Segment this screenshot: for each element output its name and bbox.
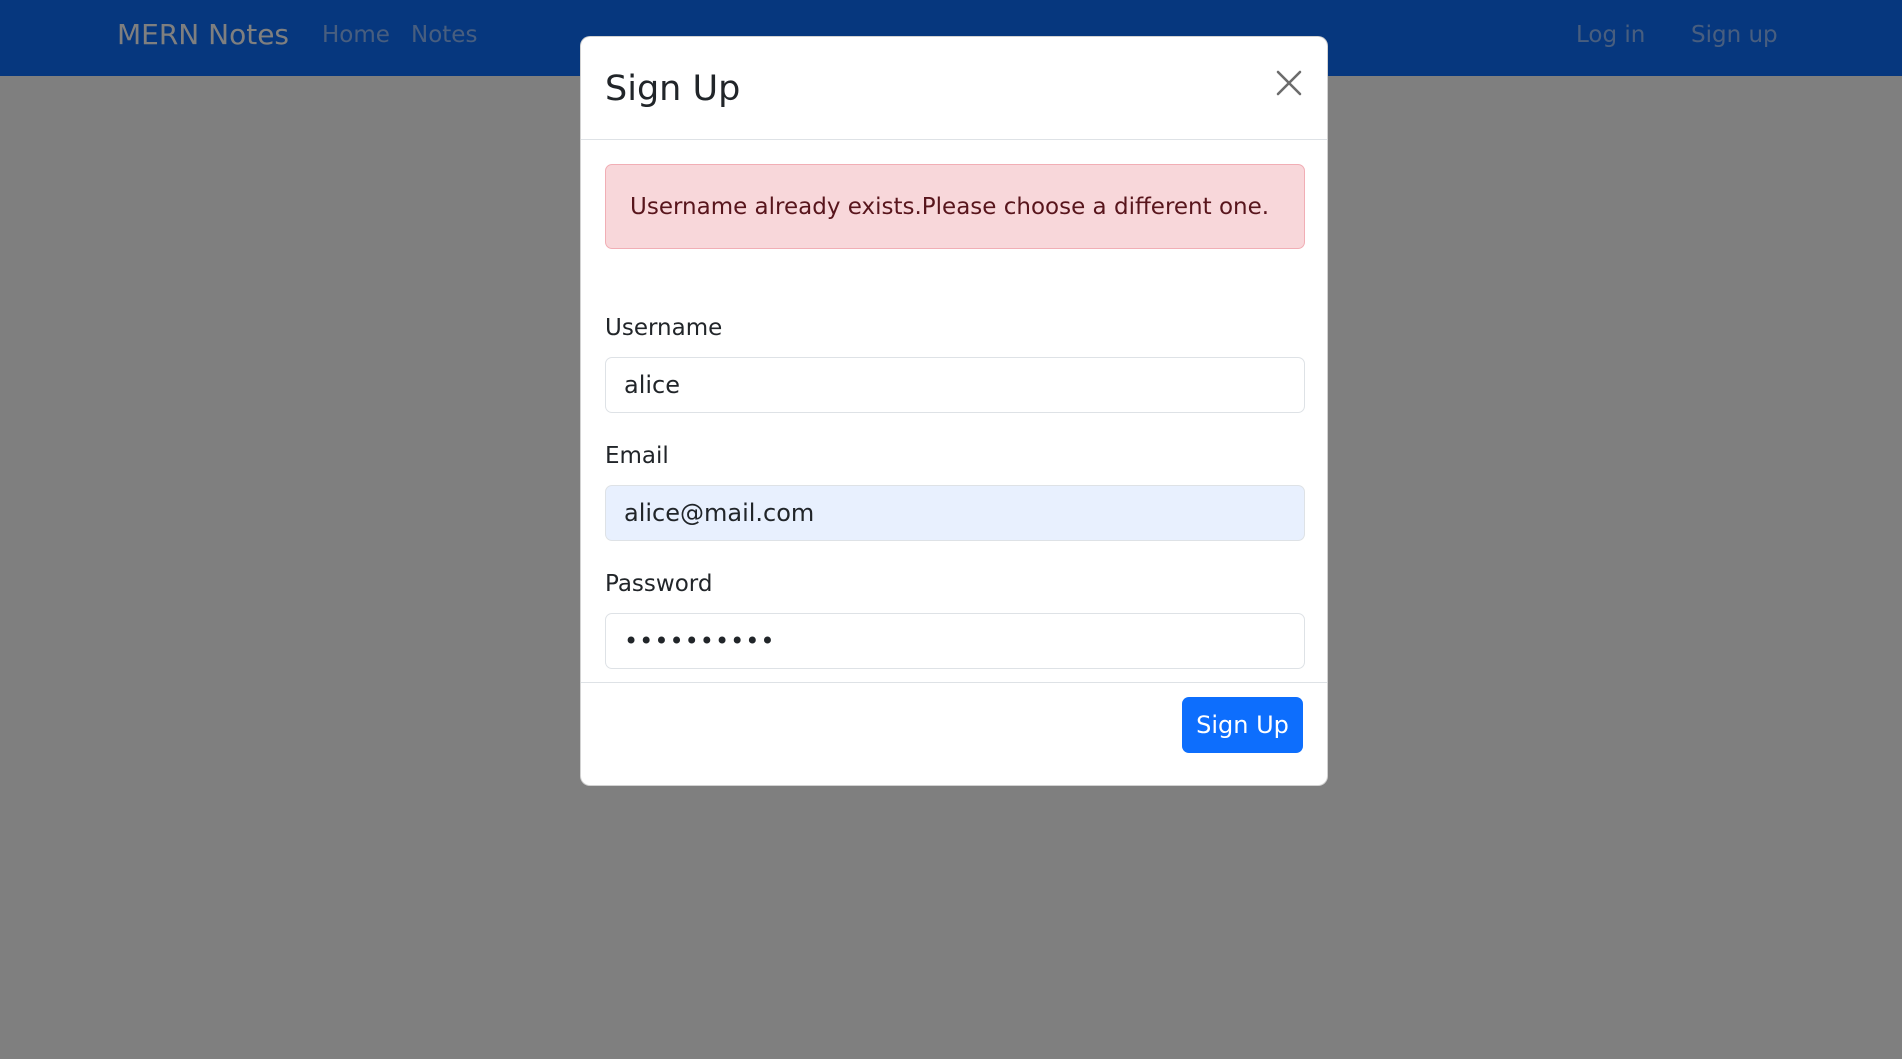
close-button[interactable] [1275,69,1303,97]
email-field[interactable] [605,485,1305,541]
modal-header: Sign Up [581,37,1327,140]
modal-title: Sign Up [605,69,741,109]
signup-modal: Sign Up Username already exists.Please c… [580,36,1328,786]
username-field[interactable] [605,357,1305,413]
password-field[interactable] [605,613,1305,669]
signup-submit-button[interactable]: Sign Up [1182,697,1303,753]
username-label: Username [605,315,723,341]
error-alert: Username already exists.Please choose a … [605,164,1305,249]
email-label: Email [605,443,669,469]
error-alert-text: Username already exists.Please choose a … [630,193,1270,220]
close-icon [1276,70,1302,96]
password-label: Password [605,571,713,597]
